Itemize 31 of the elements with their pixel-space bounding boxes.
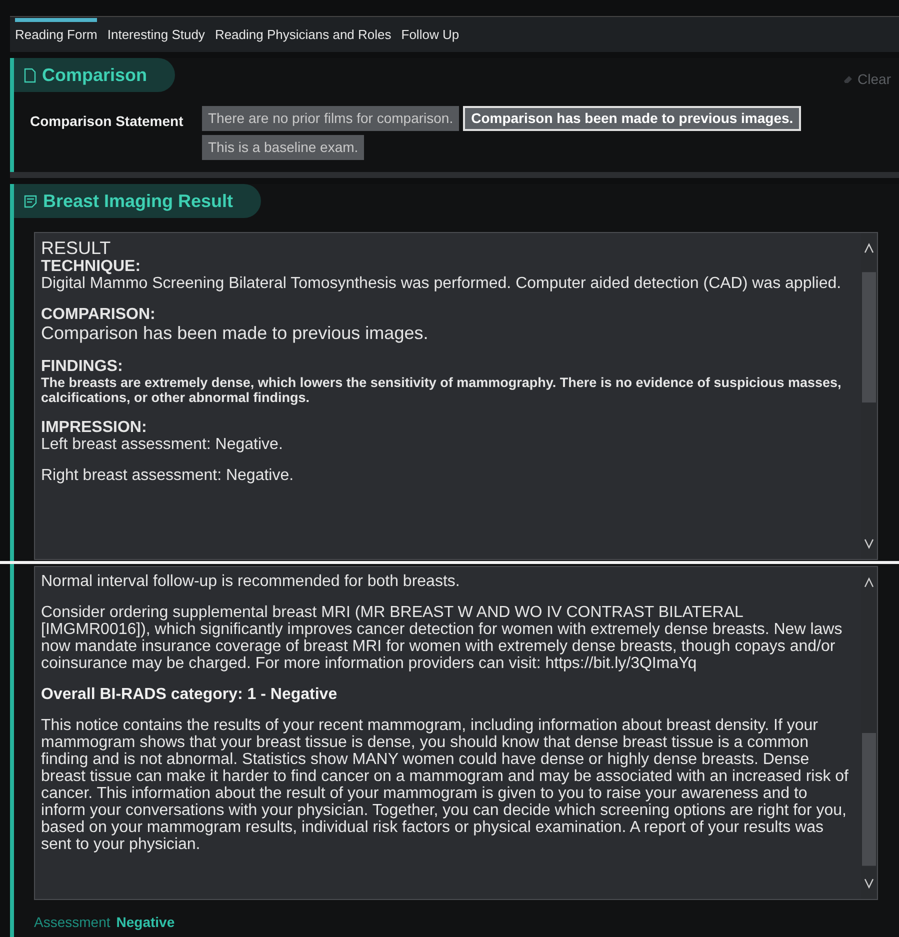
field-label: Comparison Statement (30, 112, 184, 131)
report-title: RESULT (41, 239, 112, 258)
assessment-value: Negative (116, 913, 175, 932)
report-text-area[interactable] (34, 232, 878, 560)
report-paragraph: The breasts are extremely dense, which lowers the sensitivity of mammography. There is no evidence of suspicious masses, calcifications, or other abnormal findings. (41, 375, 842, 405)
eraser-icon (842, 73, 854, 85)
report-paragraph: Left breast assessment: Negative. (41, 436, 284, 453)
tab[interactable]: Interesting Study (107, 18, 205, 52)
report-paragraph: Normal interval follow-up is recommended for both breasts. (41, 573, 461, 590)
report-heading: IMPRESSION: (41, 419, 148, 436)
document-icon (24, 68, 36, 82)
report-paragraph: Consider ordering supplemental breast MRI (MR BREAST W AND WO IV CONTRAST BILATERAL [IMGMR0016]), which significantly improves cancer detection for women with extremely dense breasts. New laws now mandate insurance coverage of breast MRI for women with extremely dense breasts, though copays and/or coinsurance may be charged. For more information providers can visit: https://bit.ly/3QImaYq (41, 604, 844, 672)
tab[interactable]: Reading Form (15, 18, 98, 52)
section-title: Breast Imaging Result (43, 190, 234, 213)
report-heading: TECHNIQUE: (41, 258, 142, 275)
report-paragraph: This notice contains the results of your recent mammogram, including information about breast density. If your mammogram shows that your breast tissue is dense, you should know that dense breast tissue is a common finding and is not abnormal. Statistics show MANY women could have dense or highly dense breasts. Dense breast tissue can make it harder to find cancer on a mammogram and may be associated with an increased risk of cancer. This information about the result of your mammogram is given to you to raise your awareness and to inform your conversations with your physician. Together, you can decide which screening options are right for you, based on your mammogram results, individual risk factors or physical examination. A report of your results was sent to your physician. (41, 717, 850, 853)
report-heading: FINDINGS: (41, 358, 124, 375)
report-paragraph: Right breast assessment: Negative. (41, 467, 295, 484)
option-button[interactable]: There are no prior films for comparison. (202, 106, 460, 131)
report-paragraph: Digital Mammo Screening Bilateral Tomosynthesis was performed. Computer aided detection (CAD) was applied. (41, 275, 842, 292)
tab[interactable]: Follow Up (401, 18, 460, 52)
report-category: Overall BI-RADS category: 1 - Negative (41, 686, 338, 703)
form-icon (24, 194, 37, 208)
assessment-label: Assessment (34, 913, 110, 932)
tab[interactable]: Reading Physicians and Roles (214, 18, 392, 52)
report-text-area[interactable] (34, 566, 878, 900)
report-heading: COMPARISON: (41, 306, 156, 323)
option-button[interactable]: Comparison has been made to previous images. (463, 106, 802, 131)
report-paragraph: Comparison has been made to previous images. (41, 323, 430, 344)
section-title: Comparison (42, 64, 148, 87)
option-button[interactable]: This is a baseline exam. (202, 135, 364, 160)
